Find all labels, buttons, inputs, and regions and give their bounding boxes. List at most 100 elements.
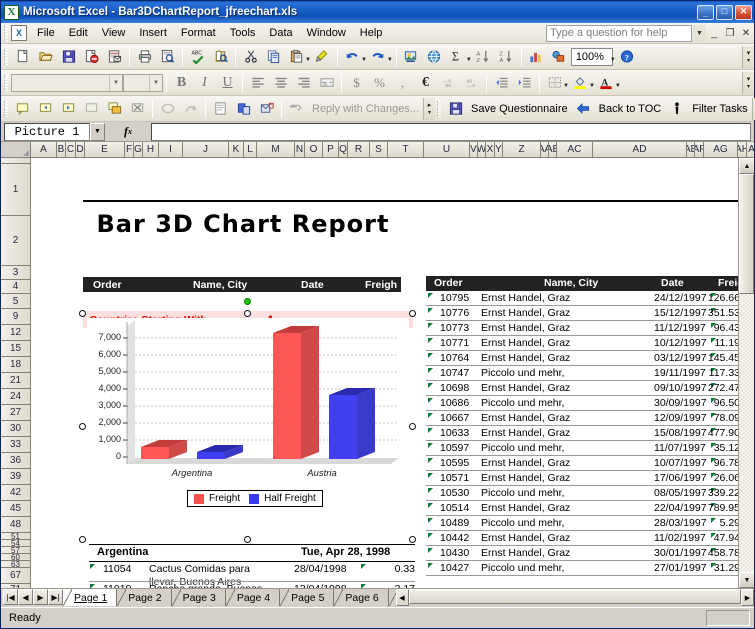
vertical-scroll-track[interactable] (739, 294, 754, 572)
delete-comment-icon[interactable] (126, 98, 149, 120)
document-restore-button[interactable]: ❐ (722, 25, 738, 42)
standard-toolbar-grip[interactable] (4, 48, 8, 65)
column-header-ac[interactable]: AC (557, 142, 593, 158)
row-header-67[interactable]: 67 (1, 568, 31, 584)
help-icon[interactable]: ? (616, 46, 639, 68)
format-painter-icon[interactable] (311, 46, 334, 68)
research-icon[interactable] (209, 46, 232, 68)
table-row[interactable]: 10776 Ernst Handel, Graz 15/12/1997 351.53 (426, 306, 738, 321)
sheet-tab-page-6[interactable]: Page 6 (334, 589, 389, 606)
column-header-a[interactable]: A (31, 142, 57, 158)
maximize-button[interactable]: □ (716, 4, 733, 20)
table-row[interactable]: 10530 Piccolo und mehr, 08/05/1997 339.22 (426, 486, 738, 501)
merge-center-icon[interactable]: a (315, 72, 338, 94)
column-header-ab[interactable]: AB (549, 142, 557, 158)
paste-icon[interactable] (285, 46, 308, 68)
first-sheet-button[interactable]: |◀ (3, 589, 18, 605)
reply-with-changes-label[interactable]: Reply with Changes... (308, 103, 423, 115)
column-header-s[interactable]: S (370, 142, 388, 158)
send-to-mail-icon[interactable] (255, 98, 278, 120)
rotate-handle[interactable] (244, 298, 251, 305)
table-row[interactable]: 10686 Piccolo und mehr, 30/09/1997 96.50 (426, 396, 738, 411)
minimize-button[interactable]: _ (697, 4, 714, 20)
font-name-dropdown-icon[interactable]: ▼ (109, 74, 122, 91)
comma-button[interactable]: , (391, 72, 414, 94)
column-header-v[interactable]: V (470, 142, 478, 158)
row-header-27[interactable]: 27 (1, 405, 31, 421)
column-header-m[interactable]: M (257, 142, 295, 158)
column-header-ag[interactable]: AG (704, 142, 738, 158)
table-row[interactable]: 10427 Piccolo und mehr, 27/01/1997 31.29 (426, 561, 738, 576)
column-header-p[interactable]: P (323, 142, 339, 158)
table-row[interactable]: 10597 Piccolo und mehr, 11/07/1997 35.12 (426, 441, 738, 456)
vertical-scrollbar[interactable]: ▲ ▼ (738, 158, 754, 588)
row-header-15[interactable]: 15 (1, 341, 31, 357)
row-header-5[interactable]: 5 (1, 294, 31, 309)
align-left-icon[interactable] (246, 72, 269, 94)
font-size-dropdown-icon[interactable]: ▼ (149, 74, 162, 91)
resize-handle-nw[interactable] (79, 310, 86, 317)
reply-with-changes-icon[interactable] (285, 98, 308, 120)
column-header-u[interactable]: U (424, 142, 470, 158)
row-header-21[interactable]: 21 (1, 373, 31, 389)
open-icon[interactable] (34, 46, 57, 68)
table-row[interactable]: 10667 Ernst Handel, Graz 12/09/1997 78.09 (426, 411, 738, 426)
menu-help[interactable]: Help (353, 25, 390, 41)
column-header-j[interactable]: J (183, 142, 229, 158)
bold-button[interactable]: B (170, 72, 193, 94)
resize-handle-ne[interactable] (409, 310, 416, 317)
italic-button[interactable]: I (193, 72, 216, 94)
last-sheet-button[interactable]: ▶| (48, 589, 63, 605)
ask-a-question-input[interactable]: Type a question for help (546, 24, 692, 42)
document-minimize-button[interactable]: _ (706, 25, 722, 42)
increase-indent-icon[interactable] (513, 72, 536, 94)
row-header-1[interactable]: 1 (1, 164, 31, 216)
row-header-3[interactable]: 3 (1, 266, 31, 280)
menu-format[interactable]: Format (174, 25, 223, 41)
standard-toolbar-overflow-button[interactable]: ▾ ▾ (742, 45, 754, 68)
row-header-48[interactable]: 48 (1, 517, 31, 533)
document-close-button[interactable]: ✕ (738, 25, 754, 42)
reviewing-pane-icon[interactable] (209, 98, 232, 120)
table-row[interactable]: 10773 Ernst Handel, Graz 11/12/1997 96.43 (426, 321, 738, 336)
column-header-w[interactable]: W (478, 142, 486, 158)
copy-icon[interactable] (262, 46, 285, 68)
row-header-71[interactable]: 71 (1, 584, 31, 588)
column-header-aa[interactable]: AA (541, 142, 549, 158)
column-header-o[interactable]: O (305, 142, 323, 158)
resize-handle-se[interactable] (409, 536, 416, 543)
column-header-k[interactable]: K (229, 142, 244, 158)
align-center-icon[interactable] (269, 72, 292, 94)
formatting-toolbar-grip[interactable] (4, 74, 8, 91)
menu-view[interactable]: View (95, 25, 133, 41)
table-row[interactable]: 10747 Piccolo und mehr, 19/11/1997 117.33 (426, 366, 738, 381)
custom-toolbar-overflow-button[interactable]: ▾▾ (751, 97, 755, 120)
resize-handle-n[interactable] (244, 310, 251, 317)
row-header-60[interactable]: 60 (1, 554, 31, 561)
table-row[interactable]: 10430 Ernst Handel, Graz 30/01/1997 458.78 (426, 546, 738, 561)
next-sheet-button[interactable]: ▶ (33, 589, 48, 605)
column-header-ae[interactable]: AE (687, 142, 695, 158)
ask-dropdown-icon[interactable]: ▼ (693, 24, 706, 42)
sheet-tab-page-7[interactable]: Page 7 (388, 589, 396, 606)
row-header-45[interactable]: 45 (1, 501, 31, 517)
table-row[interactable]: 10514 Ernst Handel, Graz 22/04/1997 789.95 (426, 501, 738, 516)
filter-tasks-button[interactable]: Filter Tasks (688, 103, 751, 115)
resize-handle-sw[interactable] (79, 536, 86, 543)
row-header-2[interactable]: 2 (1, 216, 31, 266)
drawing-icon[interactable] (548, 46, 571, 68)
column-header-h[interactable]: H (143, 142, 159, 158)
column-header-b[interactable]: B (57, 142, 66, 158)
insert-function-icon[interactable]: fx (105, 124, 151, 139)
sheet-tab-page-1[interactable]: Page 1 (63, 589, 118, 606)
column-header-n[interactable]: N (295, 142, 305, 158)
save-questionnaire-icon[interactable] (444, 98, 467, 120)
cut-icon[interactable] (239, 46, 262, 68)
column-header-g[interactable]: G (134, 142, 143, 158)
resize-handle-w[interactable] (79, 423, 86, 430)
sheet-canvas[interactable]: Bar 3D Chart Report Order Name, City Dat… (31, 158, 738, 588)
scroll-down-button[interactable]: ▼ (739, 572, 754, 588)
close-button[interactable]: ✕ (735, 4, 752, 20)
email-icon[interactable] (103, 46, 126, 68)
column-header-i[interactable]: I (159, 142, 183, 158)
